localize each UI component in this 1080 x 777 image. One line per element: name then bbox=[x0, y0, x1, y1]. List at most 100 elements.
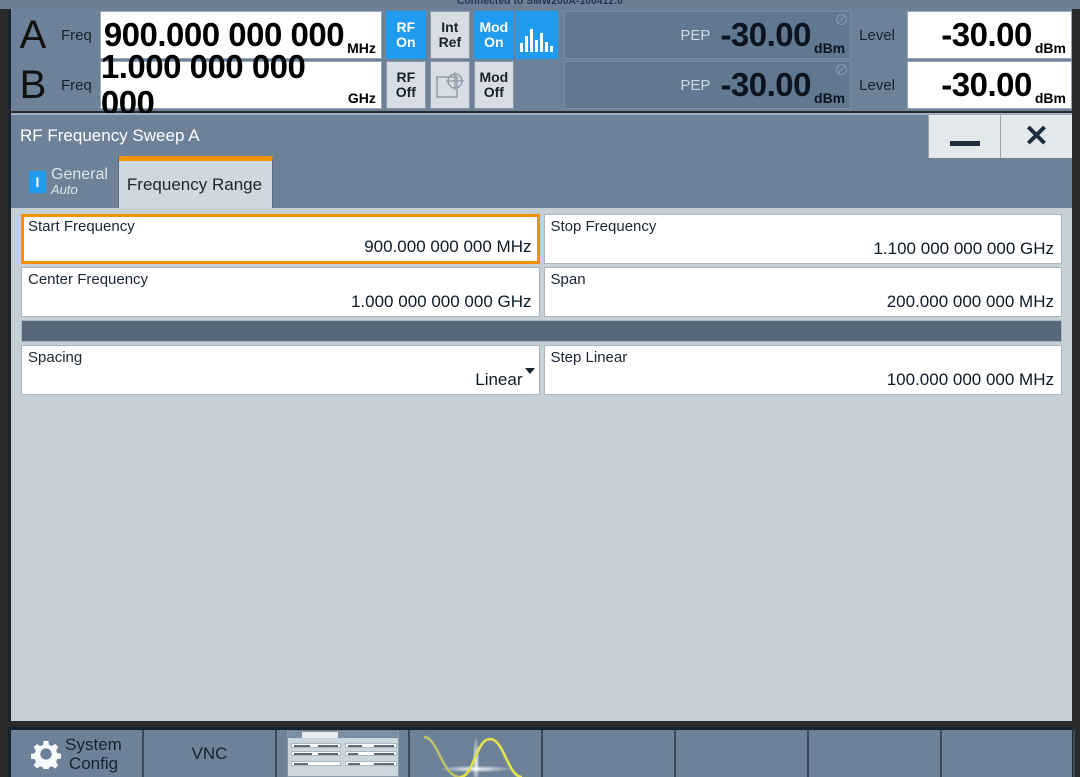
field-step-linear[interactable]: Step Linear 100.000 000 000 MHz bbox=[543, 345, 1062, 395]
channel-b-pep-unit: dBm bbox=[814, 90, 846, 106]
rf-button-b-line2: Off bbox=[395, 84, 416, 100]
taskbar-item-system-config[interactable]: System Config bbox=[11, 730, 144, 777]
channel-a-level-field[interactable]: -30.00 dBm bbox=[907, 11, 1072, 59]
connection-status-bar: Connected to SMW200A-100412.0 bbox=[0, 0, 1080, 9]
mod-on-button-a[interactable]: Mod On bbox=[473, 11, 514, 59]
form-row-spacing-step: Spacing Linear Step Linear 100.000 000 0… bbox=[21, 345, 1062, 395]
channel-b-pep-value: -30.00 bbox=[720, 66, 812, 103]
field-stop-frequency-value: 1.100 000 000 000 GHz bbox=[873, 239, 1054, 258]
channel-a-level-unit: dBm bbox=[1034, 40, 1066, 56]
field-spacing-label: Spacing bbox=[28, 349, 83, 366]
taskbar-item-empty-4[interactable] bbox=[942, 730, 1075, 777]
rf-on-button-a[interactable]: RF On bbox=[385, 11, 426, 59]
channel-a-level-label: Level bbox=[859, 26, 895, 44]
reference-line1: Int bbox=[441, 19, 459, 35]
tab-general[interactable]: I General Auto bbox=[21, 156, 119, 208]
dialog-title: RF Frequency Sweep A bbox=[20, 125, 200, 145]
taskbar-item-empty-1[interactable] bbox=[543, 730, 676, 777]
taskbar-item-system-config-label: System Config bbox=[65, 734, 122, 773]
frequency-range-form: Start Frequency 900.000 000 000 MHz Stop… bbox=[11, 208, 1072, 395]
channel-b-frequency-unit: GHz bbox=[347, 90, 376, 106]
field-step-linear-label: Step Linear bbox=[550, 349, 628, 366]
field-span-label: Span bbox=[550, 271, 586, 288]
field-center-frequency-label: Center Frequency bbox=[28, 271, 149, 288]
rf-frequency-sweep-dialog: RF Frequency Sweep A ✕ I General Auto Fr… bbox=[8, 113, 1072, 721]
spectrum-icon[interactable] bbox=[515, 11, 558, 59]
field-start-frequency-value: 900.000 000 000 MHz bbox=[364, 237, 532, 256]
tab-frequency-range[interactable]: Frequency Range bbox=[118, 156, 274, 208]
channel-b-level-value: -30.00 bbox=[941, 66, 1032, 103]
close-icon: ✕ bbox=[1023, 119, 1050, 153]
form-row-start-stop: Start Frequency 900.000 000 000 MHz Stop… bbox=[21, 214, 1062, 264]
no-entry-icon-b bbox=[836, 64, 848, 75]
mod-button-a-line2: On bbox=[484, 34, 504, 50]
no-entry-icon-a bbox=[836, 14, 848, 25]
minimize-button[interactable] bbox=[928, 115, 1000, 158]
tab-general-label: General bbox=[51, 166, 108, 183]
reference-status-icon[interactable] bbox=[429, 61, 470, 109]
mod-button-b-line1: Mod bbox=[479, 69, 509, 85]
spectrum-icon-placeholder-b bbox=[516, 61, 558, 109]
channel-row-b: B Freq 1.000 000 000 000 GHz RF Off Mod bbox=[11, 49, 1072, 121]
channel-b-level-field[interactable]: -30.00 dBm bbox=[907, 61, 1072, 109]
sine-wave-icon bbox=[423, 734, 522, 777]
reference-button[interactable]: Int Ref bbox=[429, 11, 470, 59]
channel-b-frequency-field[interactable]: 1.000 000 000 000 GHz bbox=[99, 49, 382, 121]
gear-icon bbox=[31, 740, 62, 769]
channel-a-frequency-unit: MHz bbox=[347, 40, 376, 56]
field-stop-frequency[interactable]: Stop Frequency 1.100 000 000 000 GHz bbox=[543, 214, 1062, 264]
form-row-center-span: Center Frequency 1.000 000 000 000 GHz S… bbox=[21, 267, 1062, 317]
dialog-title-bar: RF Frequency Sweep A ✕ bbox=[11, 113, 1072, 158]
field-span-value: 200.000 000 000 MHz bbox=[886, 292, 1054, 311]
close-button[interactable]: ✕ bbox=[1000, 115, 1072, 158]
rf-button-b-line1: RF bbox=[396, 69, 416, 85]
channel-b-level-unit: dBm bbox=[1034, 90, 1066, 106]
info-marker-icon: I bbox=[29, 171, 46, 193]
window-thumbnail-icon bbox=[286, 730, 399, 777]
tab-frequency-range-label: Frequency Range bbox=[126, 175, 263, 194]
channel-b-pep-label: PEP bbox=[680, 76, 711, 94]
rf-button-a-line2: On bbox=[396, 34, 416, 50]
spectrum-bars bbox=[520, 26, 554, 52]
taskbar-item-empty-2[interactable] bbox=[676, 730, 809, 777]
connection-status-text: Connected to SMW200A-100412.0 bbox=[457, 0, 623, 7]
taskbar-item-vnc-label: VNC bbox=[191, 744, 228, 763]
mod-button-a-line1: Mod bbox=[479, 19, 509, 35]
dialog-tabs: I General Auto Frequency Range bbox=[11, 156, 1072, 208]
channel-a-pep-field: PEP -30.00 dBm bbox=[563, 11, 852, 59]
mod-button-b-line2: Off bbox=[483, 84, 504, 100]
instrument-screen: Connected to SMW200A-100412.0 A Freq 900… bbox=[0, 0, 1080, 777]
taskbar-item-empty-3[interactable] bbox=[809, 730, 942, 777]
channel-a-pep-label: PEP bbox=[680, 26, 711, 44]
reference-line2: Ref bbox=[438, 34, 462, 50]
minimize-icon bbox=[949, 141, 980, 146]
channel-a-pep-unit: dBm bbox=[814, 40, 846, 56]
rf-off-button-b[interactable]: RF Off bbox=[385, 61, 426, 109]
field-step-linear-value: 100.000 000 000 MHz bbox=[886, 370, 1054, 389]
channel-b-level-label: Level bbox=[859, 76, 895, 94]
rf-button-a-line1: RF bbox=[396, 19, 416, 35]
window-buttons: ✕ bbox=[928, 115, 1072, 158]
field-spacing[interactable]: Spacing Linear bbox=[21, 345, 540, 395]
channel-a-pep-value: -30.00 bbox=[720, 16, 812, 53]
form-separator bbox=[21, 320, 1062, 342]
field-span[interactable]: Span 200.000 000 000 MHz bbox=[543, 267, 1062, 317]
field-center-frequency-value: 1.000 000 000 000 GHz bbox=[350, 292, 532, 311]
taskbar-item-home[interactable] bbox=[1075, 730, 1080, 777]
channel-b-pep-field: PEP -30.00 dBm bbox=[563, 61, 852, 109]
chevron-down-icon[interactable] bbox=[524, 368, 535, 374]
channel-a-level-value: -30.00 bbox=[941, 16, 1032, 53]
field-start-frequency[interactable]: Start Frequency 900.000 000 000 MHz bbox=[21, 214, 540, 264]
instrument-header: A Freq 900.000 000 000 MHz RF On Int Ref… bbox=[8, 9, 1072, 121]
taskbar: System Config VNC bbox=[8, 727, 1075, 777]
field-spacing-value: Linear bbox=[475, 370, 523, 389]
channel-a-letter: A bbox=[19, 13, 47, 57]
taskbar-item-waveform[interactable] bbox=[410, 730, 543, 777]
channel-b-letter: B bbox=[19, 63, 47, 107]
field-start-frequency-label: Start Frequency bbox=[28, 218, 135, 235]
mod-off-button-b[interactable]: Mod Off bbox=[473, 61, 514, 109]
channel-b-freq-label: Freq bbox=[61, 76, 92, 94]
taskbar-item-vnc[interactable]: VNC bbox=[144, 730, 277, 777]
field-center-frequency[interactable]: Center Frequency 1.000 000 000 000 GHz bbox=[21, 267, 540, 317]
taskbar-item-dialog-thumbnail[interactable] bbox=[277, 730, 410, 777]
